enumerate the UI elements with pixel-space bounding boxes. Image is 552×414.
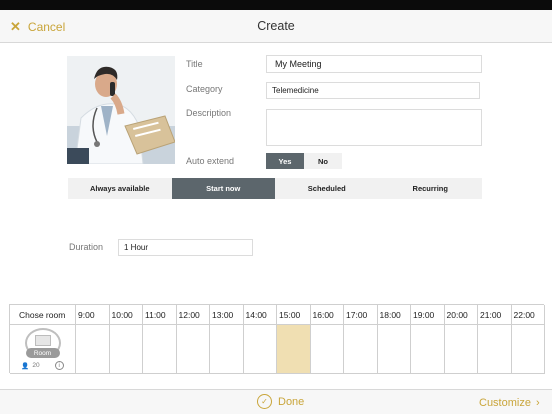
customize-button[interactable]: Customize › [479, 397, 540, 409]
time-header: 17:00 [344, 305, 378, 325]
time-header: 12:00 [176, 305, 210, 325]
chevron-right-icon: › [535, 397, 540, 409]
time-slot[interactable] [210, 325, 244, 374]
time-slot[interactable] [377, 325, 411, 374]
category-select[interactable]: Telemedicine [266, 82, 480, 99]
duration-label: Duration [69, 242, 104, 252]
status-strip [0, 0, 552, 10]
time-header: 22:00 [511, 305, 545, 325]
page-title: Create [257, 19, 295, 33]
room-icon: Room [24, 328, 61, 358]
done-button[interactable]: ✓ Done [257, 394, 304, 409]
time-header: 13:00 [210, 305, 244, 325]
duration-value: 1 Hour [124, 243, 149, 252]
title-label: Title [186, 59, 203, 69]
meeting-photo [67, 56, 175, 164]
auto-extend-label: Auto extend [186, 156, 235, 166]
title-input[interactable]: My Meeting [266, 55, 482, 73]
description-label: Description [186, 108, 232, 118]
room-meta: 👤 20 i [21, 361, 64, 370]
time-slot[interactable] [143, 325, 177, 374]
auto-extend-yes-button[interactable]: Yes [266, 153, 304, 169]
availability-tabs: Always available Start now Scheduled Rec… [68, 178, 482, 199]
time-header: 20:00 [444, 305, 478, 325]
time-slot[interactable] [511, 325, 545, 374]
done-label: Done [278, 395, 305, 408]
time-header: 18:00 [377, 305, 411, 325]
description-input[interactable] [266, 109, 482, 146]
room-name: Room [25, 348, 60, 358]
time-header: 19:00 [411, 305, 445, 325]
time-header: 14:00 [243, 305, 277, 325]
time-header: 11:00 [143, 305, 177, 325]
time-header: 16:00 [310, 305, 344, 325]
time-header: 15:00 [277, 305, 311, 325]
auto-extend-no-button[interactable]: No [304, 153, 342, 169]
room-grid: Chose room 9:00 10:00 11:00 12:00 13:00 14:00… [9, 304, 545, 374]
room-capacity: 20 [32, 362, 40, 369]
nav-bar: ✕ Cancel Create [0, 10, 552, 43]
time-slot[interactable] [109, 325, 143, 374]
person-icon: 👤 [21, 362, 30, 370]
time-header: 9:00 [76, 305, 110, 325]
time-slot[interactable] [243, 325, 277, 374]
time-header: 10:00 [109, 305, 143, 325]
auto-extend-toggle: Yes No [266, 153, 342, 169]
info-icon[interactable]: i [54, 361, 64, 370]
time-slot[interactable] [478, 325, 512, 374]
room-column-header: Chose room [10, 305, 76, 325]
tab-start-now[interactable]: Start now [171, 178, 275, 199]
customize-label: Customize [479, 397, 531, 409]
time-slot[interactable] [176, 325, 210, 374]
bottom-bar: ✓ Done Customize › [0, 389, 552, 414]
time-header: 21:00 [478, 305, 512, 325]
duration-select[interactable]: 1 Hour [118, 239, 253, 256]
time-slot[interactable] [444, 325, 478, 374]
room-cell[interactable]: Room 👤 20 i [10, 325, 76, 374]
time-slot[interactable] [344, 325, 378, 374]
tab-recurring[interactable]: Recurring [379, 178, 483, 199]
tab-always-available[interactable]: Always available [68, 178, 172, 199]
checkmark-icon: ✓ [257, 394, 272, 409]
title-value: My Meeting [275, 59, 322, 69]
tab-scheduled[interactable]: Scheduled [275, 178, 379, 199]
category-value: Telemedicine [272, 86, 319, 95]
time-slot[interactable] [310, 325, 344, 374]
time-slot[interactable] [76, 325, 110, 374]
time-slot-selected[interactable] [277, 325, 311, 374]
category-label: Category [186, 84, 223, 94]
time-slot[interactable] [411, 325, 445, 374]
